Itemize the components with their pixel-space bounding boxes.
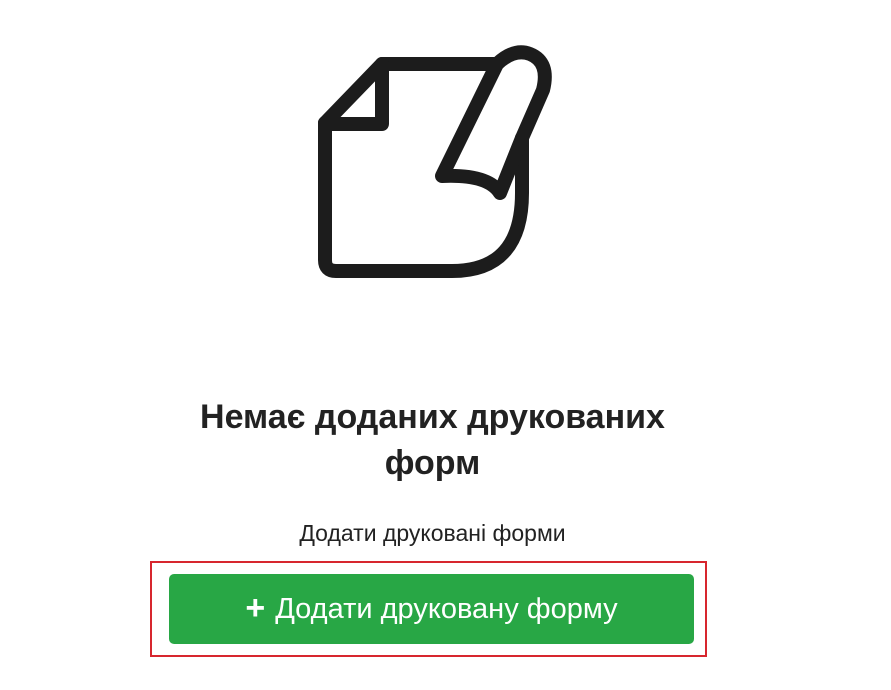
add-print-form-button[interactable]: + Додати друковану форму xyxy=(169,574,694,644)
plus-icon: + xyxy=(245,589,266,627)
empty-state-page: Немає доданих друкованих форм Додати дру… xyxy=(0,0,891,690)
empty-state-title: Немає доданих друкованих форм xyxy=(200,398,665,482)
document-icon xyxy=(318,45,552,278)
empty-state-subtitle: Додати друковані форми xyxy=(299,520,566,546)
add-print-form-label: Додати друковану форму xyxy=(275,592,618,625)
